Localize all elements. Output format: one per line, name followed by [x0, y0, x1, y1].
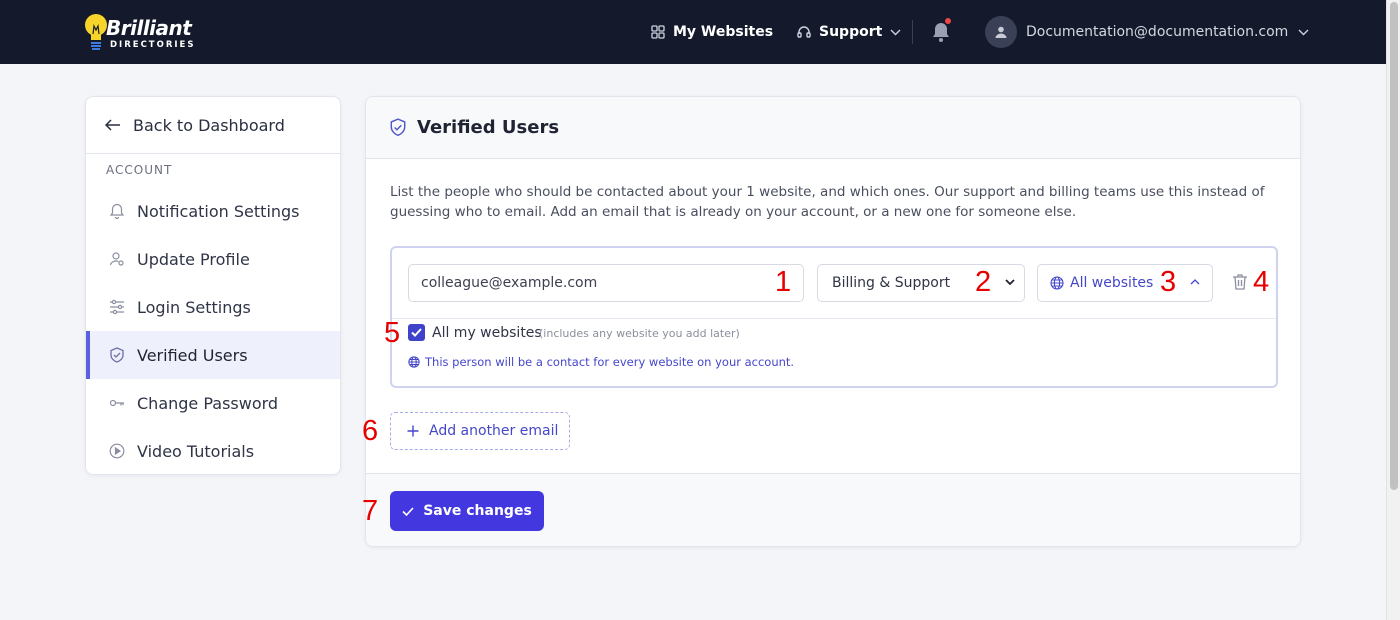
- notification-dot: [945, 18, 951, 24]
- sidebar-item-login-settings[interactable]: Login Settings: [86, 283, 340, 331]
- plus-icon: [407, 425, 419, 437]
- all-my-websites-checkbox[interactable]: [408, 324, 425, 341]
- sidebar-item-label: Change Password: [137, 393, 279, 413]
- save-changes-label: Save changes: [423, 503, 532, 519]
- card-footer: Save changes: [366, 473, 1300, 546]
- sidebar-item-label: Notification Settings: [137, 201, 300, 221]
- lightbulb-icon: [85, 14, 107, 50]
- globe-icon: [408, 356, 420, 368]
- card-header: Verified Users: [366, 97, 1300, 159]
- top-navbar: Brilliant DIRECTORIES My Websites Suppor…: [0, 0, 1386, 64]
- account-menu[interactable]: Documentation@documentation.com: [985, 16, 1309, 48]
- page-description: List the people who should be contacted …: [390, 184, 1265, 220]
- sidebar-item-label: Update Profile: [137, 249, 250, 269]
- annotation-marker-3: 3: [1160, 266, 1177, 298]
- page-scrollbar[interactable]: [1386, 0, 1400, 620]
- page-title: Verified Users: [417, 117, 560, 138]
- shield-check-icon: [390, 118, 406, 137]
- add-another-email-label: Add another email: [429, 423, 559, 439]
- globe-icon: [1050, 276, 1064, 290]
- section-label: ACCOUNT: [106, 163, 173, 177]
- sidebar-item-notification-settings[interactable]: Notification Settings: [86, 187, 340, 235]
- key-icon: [109, 399, 124, 407]
- sliders-icon: [110, 299, 124, 315]
- my-websites-label: My Websites: [673, 24, 774, 40]
- role-select-value: Billing & Support: [832, 275, 951, 291]
- support-menu[interactable]: Support: [797, 22, 901, 42]
- grid-icon: [651, 25, 665, 39]
- role-select[interactable]: Billing & Support: [817, 264, 1025, 302]
- account-sidebar: Back to Dashboard ACCOUNT Notification S…: [85, 96, 341, 475]
- sidebar-item-label: Login Settings: [137, 297, 251, 317]
- user-icon: [109, 252, 124, 266]
- verified-user-entry: Billing & Support All websites All my we…: [390, 246, 1278, 388]
- save-changes-button[interactable]: Save changes: [390, 491, 544, 531]
- sidebar-item-update-profile[interactable]: Update Profile: [86, 235, 340, 283]
- sidebar-item-verified-users[interactable]: Verified Users: [86, 331, 340, 379]
- sidebar-item-video-tutorials[interactable]: Video Tutorials: [86, 427, 340, 474]
- avatar: [985, 16, 1017, 48]
- scrollbar-thumb[interactable]: [1390, 2, 1398, 490]
- user-icon: [995, 26, 1007, 38]
- annotation-marker-2: 2: [975, 266, 992, 298]
- all-my-websites-label[interactable]: All my websites: [432, 325, 542, 341]
- sidebar-item-label: Video Tutorials: [137, 441, 255, 461]
- trash-icon: [1233, 274, 1247, 290]
- account-email: Documentation@documentation.com: [1026, 24, 1289, 40]
- checkmark-icon: [411, 328, 422, 337]
- contact-info-text: This person will be a contact for every …: [425, 355, 795, 369]
- annotation-marker-7: 7: [362, 495, 379, 527]
- logo-subtitle: DIRECTORIES: [110, 40, 196, 50]
- chevron-down-icon: [1005, 279, 1015, 286]
- back-label: Back to Dashboard: [133, 115, 285, 135]
- logo-wordmark: Brilliant: [106, 16, 192, 40]
- shield-check-icon: [110, 347, 124, 363]
- support-label: Support: [819, 24, 883, 40]
- headset-icon: [797, 26, 811, 38]
- back-to-dashboard-link[interactable]: Back to Dashboard: [86, 97, 340, 154]
- email-field[interactable]: [408, 264, 804, 302]
- chevron-down-icon: [1298, 29, 1309, 35]
- all-my-websites-hint: (includes any website you add later): [539, 327, 740, 340]
- notifications-button[interactable]: [931, 18, 951, 43]
- nav-divider: [912, 20, 913, 44]
- annotation-marker-6: 6: [362, 415, 379, 447]
- checkmark-icon: [402, 506, 414, 516]
- arrow-left-icon: [105, 119, 120, 131]
- chevron-up-icon: [1190, 279, 1200, 285]
- contact-info-note: This person will be a contact for every …: [408, 355, 794, 369]
- verified-users-card: Verified Users List the people who shoul…: [365, 96, 1301, 547]
- annotation-marker-5: 5: [384, 317, 401, 349]
- my-websites-link[interactable]: My Websites: [651, 22, 773, 42]
- entry-divider: [392, 318, 1276, 319]
- play-circle-icon: [109, 443, 125, 459]
- sidebar-item-change-password[interactable]: Change Password: [86, 379, 340, 427]
- bell-icon: [933, 23, 949, 42]
- websites-selector-label: All websites: [1070, 275, 1154, 291]
- annotation-marker-1: 1: [775, 266, 792, 298]
- brilliant-directories-logo[interactable]: Brilliant DIRECTORIES: [84, 12, 194, 52]
- delete-entry-button[interactable]: [1232, 273, 1250, 293]
- bell-icon: [109, 203, 125, 219]
- annotation-marker-4: 4: [1253, 266, 1270, 298]
- websites-selector[interactable]: All websites: [1037, 264, 1213, 302]
- chevron-down-icon: [890, 29, 901, 35]
- sidebar-item-label: Verified Users: [137, 345, 248, 365]
- add-another-email-button[interactable]: Add another email: [390, 412, 570, 450]
